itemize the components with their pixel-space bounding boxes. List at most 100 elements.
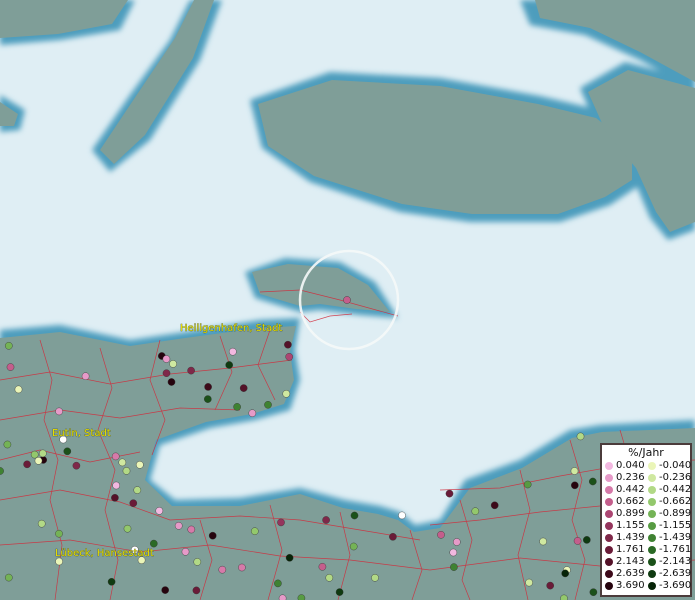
data-point-marker[interactable] [285,352,294,361]
data-point-marker[interactable] [63,447,72,456]
data-point-marker[interactable] [55,407,63,416]
data-point-marker[interactable] [181,548,190,556]
data-point-marker[interactable] [81,372,90,381]
data-point-marker[interactable] [282,389,291,398]
data-point-marker[interactable] [228,347,237,356]
data-point-marker[interactable] [111,493,119,502]
data-point-marker[interactable] [111,452,120,461]
data-point-marker[interactable] [149,539,158,548]
data-point-marker[interactable] [122,467,131,475]
legend-label: -1.439 [659,532,692,543]
data-point-marker[interactable] [285,554,294,562]
data-point-marker[interactable] [250,527,259,536]
data-point-marker[interactable] [335,588,344,596]
data-point-marker[interactable] [398,511,406,520]
legend-swatch [605,510,613,518]
data-point-marker[interactable] [239,384,248,392]
data-point-marker[interactable] [72,461,81,470]
data-point-marker[interactable] [318,563,327,571]
data-point-marker[interactable] [192,586,201,595]
data-point-marker[interactable] [445,489,454,498]
data-point-marker[interactable] [570,467,579,475]
data-point-marker[interactable] [39,449,47,458]
data-point-marker[interactable] [571,481,579,490]
data-point-marker[interactable] [278,594,287,600]
data-point-marker[interactable] [203,395,212,403]
data-point-marker[interactable] [449,548,458,557]
data-point-marker[interactable] [490,501,499,510]
data-point-marker[interactable] [573,537,582,545]
data-point-marker[interactable] [325,574,334,582]
data-point-marker[interactable] [523,480,532,489]
legend-entry: 1.155 [602,520,645,532]
data-point-marker[interactable] [452,538,461,546]
legend-swatch [605,534,613,542]
data-point-marker[interactable] [471,507,480,516]
data-point-marker[interactable] [322,516,330,524]
legend-label: 1.439 [616,532,645,543]
legend-entry: -2.639 [645,568,691,580]
data-point-marker[interactable] [450,563,458,571]
data-point-marker[interactable] [169,360,177,368]
data-point-marker[interactable] [546,581,555,590]
data-point-marker[interactable] [23,460,31,469]
data-point-marker[interactable] [34,456,43,465]
data-point-marker[interactable] [277,518,285,527]
data-point-marker[interactable] [187,366,195,375]
data-point-marker[interactable] [118,458,127,467]
legend-positive-column: 0.040 0.236 0.442 0.662 0.899 1.155 1.439 1.761… [602,460,645,592]
data-point-marker[interactable] [204,383,212,391]
data-point-marker[interactable] [297,594,306,600]
data-point-marker[interactable] [437,531,445,539]
data-point-marker[interactable] [576,432,585,441]
data-point-marker[interactable] [193,558,202,566]
data-point-marker[interactable] [5,573,13,582]
data-point-marker[interactable] [107,578,116,586]
data-point-marker[interactable] [264,400,272,409]
data-point-marker[interactable] [560,594,568,600]
data-point-marker[interactable] [129,499,138,508]
data-point-marker[interactable] [539,537,547,546]
data-point-marker[interactable] [37,519,46,528]
data-point-marker[interactable] [233,403,241,411]
data-point-marker[interactable] [274,579,282,588]
map-canvas[interactable]: Heiligenhafen, Stadt Eutin, Stadt Lübeck… [0,0,695,600]
data-point-marker[interactable] [583,536,591,544]
data-point-marker[interactable] [6,363,15,371]
data-point-marker[interactable] [389,533,397,541]
data-point-marker[interactable] [174,522,183,530]
data-point-marker[interactable] [135,460,144,469]
data-point-marker[interactable] [589,588,598,597]
data-point-marker[interactable] [284,340,292,349]
data-point-marker[interactable] [161,586,169,594]
legend-entry: -0.040 [645,460,691,472]
data-point-marker[interactable] [187,525,196,534]
data-point-marker[interactable] [349,542,358,551]
data-point-marker[interactable] [218,565,227,574]
data-point-marker[interactable] [112,481,120,490]
data-point-marker[interactable] [3,440,12,449]
place-label-heiligenhafen: Heiligenhafen, Stadt [180,323,282,334]
data-point-marker[interactable] [30,450,39,459]
data-point-marker[interactable] [14,385,23,394]
data-point-marker[interactable] [525,578,533,587]
data-point-marker[interactable] [167,378,176,386]
data-point-marker[interactable] [155,506,164,515]
data-point-marker[interactable] [343,296,351,304]
data-point-marker[interactable] [55,529,63,538]
data-point-marker[interactable] [225,361,233,369]
data-point-marker[interactable] [350,511,359,520]
data-point-marker[interactable] [162,355,171,363]
legend-negative-column: -0.040 -0.236 -0.442 -0.662 -0.899 -1.155 -1.4… [645,460,692,592]
data-point-marker[interactable] [208,531,217,540]
data-point-marker[interactable] [238,563,246,572]
data-point-marker[interactable] [589,477,597,486]
data-point-marker[interactable] [133,486,142,494]
data-point-marker[interactable] [123,524,132,533]
data-point-marker[interactable] [248,409,257,418]
data-point-marker[interactable] [561,569,570,578]
data-point-marker[interactable] [162,369,171,378]
legend-swatch [648,582,656,590]
data-point-marker[interactable] [371,574,379,582]
data-point-marker[interactable] [5,341,13,350]
